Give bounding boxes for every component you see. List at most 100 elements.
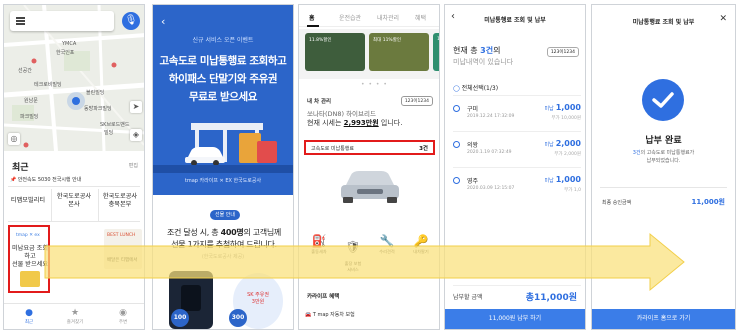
service-repair[interactable]: 🔧 수리견적 [371,233,403,255]
nav-nearby[interactable]: ◉ 주변 [108,307,138,325]
wrench-icon: 🔧 [379,234,395,248]
event-body-line: 선물 1가지를 추첨하여 드립니다. [171,240,277,249]
completion-message: 3건의 고속도로 미납통행료가 납부되었습니다. [632,150,695,164]
event-kicker: 신규 서비스 오픈 이벤트 [192,37,254,44]
event-headline: 하이패스 단말기와 주유권 [168,73,278,85]
list-item[interactable]: 의왕 2020.1.19 07:32:49 미납 2,000 부가 2,000원 [453,137,581,165]
location-pin-icon: ◉ [119,308,127,318]
map-label: 동방파크빌딩 [84,106,112,112]
pay-amount: 총11,000원 [525,293,577,303]
unpaid-toll-row[interactable]: 고속도로 미납통행료 3건 [304,140,435,155]
winner-count: 400명 [220,228,244,237]
close-icon[interactable]: ✕ [719,14,727,24]
recent-place[interactable]: 한국도로공사 충북본부 [98,193,142,209]
edit-link[interactable]: 편집 [129,162,138,169]
coupon-card[interactable]: 최대 11%할인 [369,33,429,71]
back-icon[interactable]: ‹ [161,15,165,28]
map-view[interactable]: 🎙 YMCA 한국인포 선공간 테크로비빌딩 원남문 블린빌딩 동방파크빌딩 파… [4,5,144,151]
plate-number[interactable]: 123이1234 [400,96,433,106]
map-label: 원남문 [24,98,38,104]
service-car-wash[interactable]: ⛽ 출동세차 [303,233,335,255]
pay-button[interactable]: 11,000원 납부 하기 [445,309,585,329]
coupon-card[interactable]: 11.8%할인 [305,33,365,71]
tab-underline [307,25,319,27]
header: ‹ 미납통행료 조회 및 납부 [445,5,585,29]
divider [600,187,727,188]
checkbox[interactable] [453,141,460,148]
panel-event: ‹ 신규 서비스 오픈 이벤트 고속도로 미납통행료 조회하고 하이패스 단말기… [152,4,294,330]
service-insurance[interactable]: 🛡 출장 보험 서비스 [337,233,369,273]
map-label: 선공간 [18,68,32,74]
panel-payment-complete: 미납통행료 조회 및 납부 ✕ 납부 완료 3건의 고속도로 미납통행료가 납부… [591,4,736,330]
unpaid-count: 3건 [480,46,494,55]
section-title: 내 차 관리 [307,99,332,105]
compass-icon[interactable]: ◎ [8,133,20,145]
nav-favorites[interactable]: ★ 즐겨찾기 [60,307,90,325]
unpaid-toll-count: 3건 [419,146,428,152]
divider [98,189,99,221]
select-all[interactable]: ◯ 전체선택(1/3) [453,83,498,92]
car-illustration [185,147,225,166]
map-label: YMCA [62,41,77,47]
nav-label: 최근 [24,320,34,325]
notice-banner[interactable]: 📌 안전속도 5030 전국시행 안내 [10,176,81,183]
tab-car-care[interactable]: 내차관리 [377,13,399,22]
nav-recent[interactable]: ● 최근 [14,307,44,325]
map-label: 파크빌딩 [20,114,39,120]
checkbox[interactable] [453,177,460,184]
search-bar[interactable] [10,11,114,31]
pay-label: 납부할 금액 [453,294,483,301]
divider [8,186,140,187]
list-item[interactable]: 영주 2020.03.09 12:15:07 미납 1,000 부가 1,0 [453,173,581,201]
car-icon: 🚘 [305,312,312,318]
layers-icon[interactable]: ◈ [130,129,142,141]
unpaid-toll-label: 고속도로 미납통행료 [311,146,354,152]
car-wash-icon: ⛽ [311,234,327,248]
final-amount-label: 최종 승인금액 [602,200,632,206]
divider [453,95,581,96]
list-item[interactable]: 구미 2019.12.24 17:32:09 미납 1,000 부가 10,000… [453,101,581,129]
plate-number[interactable]: 123이1234 [546,47,579,57]
coupon-card[interactable]: 10 [433,33,439,71]
tollgate-illustration [191,123,263,130]
location-arrow-icon[interactable]: ➤ [130,101,142,113]
panel-unpaid-list: ‹ 미납통행료 조회 및 납부 현재 총 3건의 미납내역이 있습니다 123이… [444,4,586,330]
car-value: 현재 시세는 2,993만원 입니다. [307,119,403,127]
go-home-button[interactable]: 카라이프 홈으로 가기 [592,309,735,329]
map-label: 빌딩 [104,130,114,136]
bottom-nav: ● 최근 ★ 즐겨찾기 ◉ 주변 [4,303,144,329]
unpaid-summary: 현재 총 3건의 [453,46,501,55]
benefit-row[interactable]: 🚘 T map 자동차 보험 [305,311,355,318]
check-circle-icon: ◯ [453,85,460,92]
gift-icon [20,271,40,287]
divider [51,189,52,221]
gift-info-pill: 선물 안내 [210,210,240,220]
map-label: SK브로드밴드 [100,122,130,128]
event-tile-highlight[interactable]: tmap ✕ ex 미납요금 조회하고 선물 받으세요 [8,225,50,293]
divider [453,167,581,168]
key-icon: 🔑 [413,234,429,248]
divider [453,285,581,286]
divider [453,131,581,132]
coupon-carousel[interactable]: 11.8%할인 최대 11%할인 10 [299,29,439,79]
microphone-icon[interactable]: 🎙 [122,12,140,30]
notice-text: 안전속도 5030 전국시행 안내 [17,177,82,183]
tab-home[interactable]: 홈 [309,13,315,22]
tile-logo: BEST LUNCH [107,233,136,238]
checkbox[interactable] [453,105,460,112]
event-brand: tmap 카라이프 ✕ EX 한국도로공사 [184,178,262,184]
tab-benefits[interactable]: 혜택 [415,13,426,22]
panel-map-home: 🎙 YMCA 한국인포 선공간 테크로비빌딩 원남문 블린빌딩 동방파크빌딩 파… [3,4,145,330]
tab-driving-habit[interactable]: 운전습관 [339,13,361,22]
event-tile-text: 미납요금 조회하고 선물 받으세요 [11,245,49,268]
tile-logo: tmap ✕ ex [16,233,40,238]
recent-place[interactable]: 티맵모빌리티 [6,197,50,205]
service-sell-car[interactable]: 🔑 내차팔기 [405,233,437,255]
food-tile[interactable]: BEST LUNCH 배달은 티맵에서 [104,229,142,269]
carousel-dots: • • • • [361,81,388,88]
completion-title: 납부 완료 [645,136,682,146]
recent-place[interactable]: 한국도로공사 본사 [52,193,96,209]
menu-icon[interactable] [16,17,25,19]
quantity-badge: 100 [171,309,189,327]
gift-box-icon [257,141,277,163]
